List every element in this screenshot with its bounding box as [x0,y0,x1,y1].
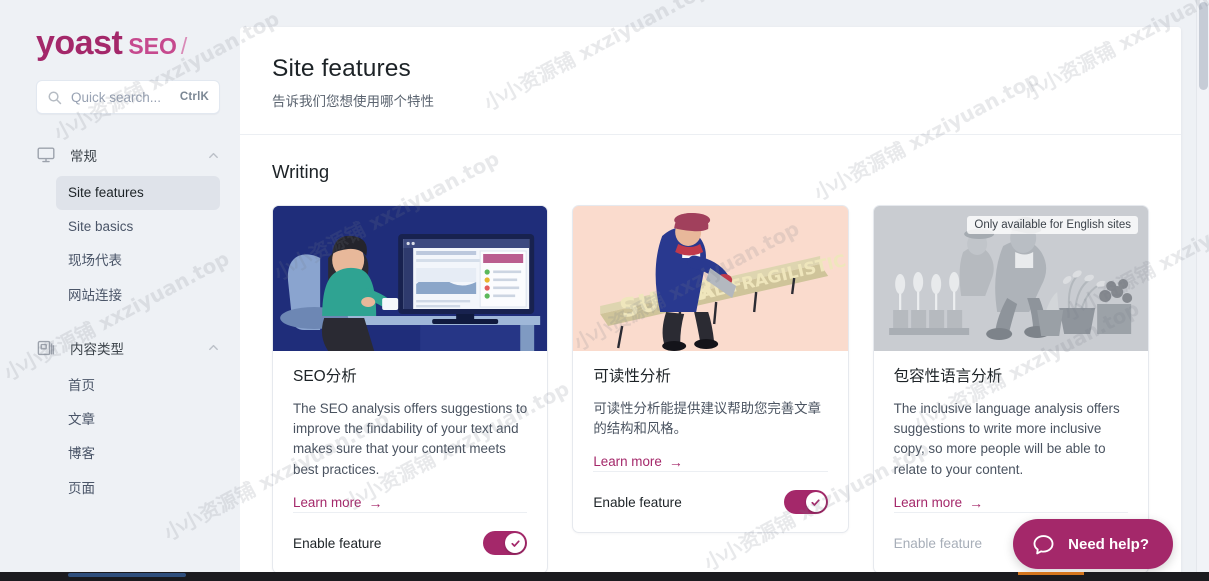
page-title: Site features [272,55,411,82]
enable-feature-toggle-readability-analysis[interactable] [783,490,828,515]
feature-card-list: SEO分析 The SEO analysis offers suggestion… [272,205,1149,575]
writing-section: Writing SEO分析 The SEO analysis offers su… [240,135,1181,575]
yoast-logo[interactable]: yoast SEO / [0,0,240,60]
sidebar-group-content-types[interactable]: 内容类型 [0,329,240,367]
sidebar-nav: 常规 Site features Site basics 现场代表 网站连接 内… [0,136,240,506]
vertical-scrollbar[interactable]: ▲ ▼ [1196,0,1209,581]
learn-more-link-readability-analysis[interactable]: Learn more → [593,454,682,469]
document-icon [36,338,56,358]
scrollbar-thumb[interactable] [1199,2,1208,90]
app-window: yoast SEO / Quick search... CtrlK 常规 Sit… [0,0,1209,581]
learn-more-label: Learn more [293,495,362,511]
learn-more-label: Learn more [893,495,963,511]
sidebar-item-pages[interactable]: 页面 [56,472,220,506]
card-footer: Enable feature [593,471,828,532]
sidebar-item-blog[interactable]: 博客 [56,437,220,471]
learn-more-link-seo-analysis[interactable]: Learn more → [293,495,382,510]
page-subtitle: 告诉我们您想使用哪个特性 [272,94,434,110]
card-description-readability-analysis: 可读性分析能提供建议帮助您完善文章的结构和风格。 [593,400,821,436]
feature-card-readability-analysis: SUPER CALIFRAGILISTIC [572,205,849,534]
arrow-right-icon: → [368,494,383,511]
sidebar-sub-general: Site features Site basics 现场代表 网站连接 [0,176,240,313]
card-body: 可读性分析 可读性分析能提供建议帮助您完善文章的结构和风格。 Learn mor… [573,351,847,471]
logo-product: SEO [128,33,177,59]
toggle-knob [505,533,526,554]
arrow-right-icon: → [969,494,984,511]
card-description-seo-analysis: The SEO analysis offers suggestions to i… [293,400,528,477]
quick-search-input[interactable]: Quick search... CtrlK [36,80,220,114]
sidebar-item-posts[interactable]: 文章 [56,403,220,437]
search-placeholder: Quick search... [71,89,162,105]
taskbar-accent [1018,572,1084,575]
card-title-readability-analysis: 可读性分析 [593,368,671,386]
sidebar: yoast SEO / Quick search... CtrlK 常规 Sit… [0,0,240,581]
english-only-badge: Only available for English sites [967,216,1138,235]
card-footer: Enable feature [293,512,528,573]
card-illustration-readability-analysis: SUPER CALIFRAGILISTIC [573,206,848,352]
card-illustration-inclusive-language-analysis: Only available for English sites [873,206,1148,352]
need-help-button[interactable]: Need help? [1013,519,1173,569]
logo-slash: / [180,33,188,59]
sidebar-group-label: 内容类型 [70,341,124,357]
os-taskbar-strip [0,572,1209,581]
taskbar-highlight [68,573,186,577]
sidebar-item-homepage[interactable]: 首页 [56,369,220,403]
card-illustration-seo-analysis [273,206,548,352]
card-title-seo-analysis: SEO分析 [293,368,357,386]
enable-feature-toggle-seo-analysis[interactable] [483,531,528,556]
card-body: SEO分析 The SEO analysis offers suggestion… [273,351,547,512]
sidebar-item-site-representation[interactable]: 现场代表 [56,244,220,278]
feature-card-seo-analysis: SEO分析 The SEO analysis offers suggestion… [272,205,549,575]
enable-feature-label: Enable feature [593,494,682,510]
sidebar-sub-content-types: 首页 文章 博客 页面 [0,369,240,506]
logo-wordmark: yoast [36,24,123,62]
learn-more-link-inclusive-language-analysis[interactable]: Learn more → [894,495,983,510]
learn-more-label: Learn more [593,454,662,470]
chat-bubble-icon [1031,532,1056,557]
card-description-inclusive-language-analysis: The inclusive language analysis offers s… [893,400,1120,477]
sidebar-item-site-features[interactable]: Site features [56,176,220,211]
chevron-up-icon[interactable] [207,149,220,162]
sidebar-item-site-basics[interactable]: Site basics [56,210,220,244]
search-shortcut-badge: CtrlK [179,91,209,103]
monitor-icon [36,145,56,165]
toggle-knob [805,492,826,513]
panel-header: Site features 告诉我们您想使用哪个特性 [240,27,1181,136]
enable-feature-label: Enable feature [293,535,382,551]
sidebar-item-site-connections[interactable]: 网站连接 [56,279,220,313]
chevron-up-icon[interactable] [207,341,220,354]
card-title-inclusive-language-analysis: 包容性语言分析 [893,368,1003,386]
main-content: Site features 告诉我们您想使用哪个特性 Writing SEO分析… [240,0,1209,581]
section-title-writing: Writing [272,161,330,183]
sidebar-group-general[interactable]: 常规 [0,136,240,174]
search-icon [47,90,62,105]
sidebar-group-label: 常规 [70,149,97,164]
need-help-label: Need help? [1068,535,1149,553]
settings-panel: Site features 告诉我们您想使用哪个特性 Writing SEO分析… [240,27,1181,581]
arrow-right-icon: → [668,453,683,470]
enable-feature-label: Enable feature [893,535,983,551]
card-body: 包容性语言分析 The inclusive language analysis … [874,351,1148,512]
